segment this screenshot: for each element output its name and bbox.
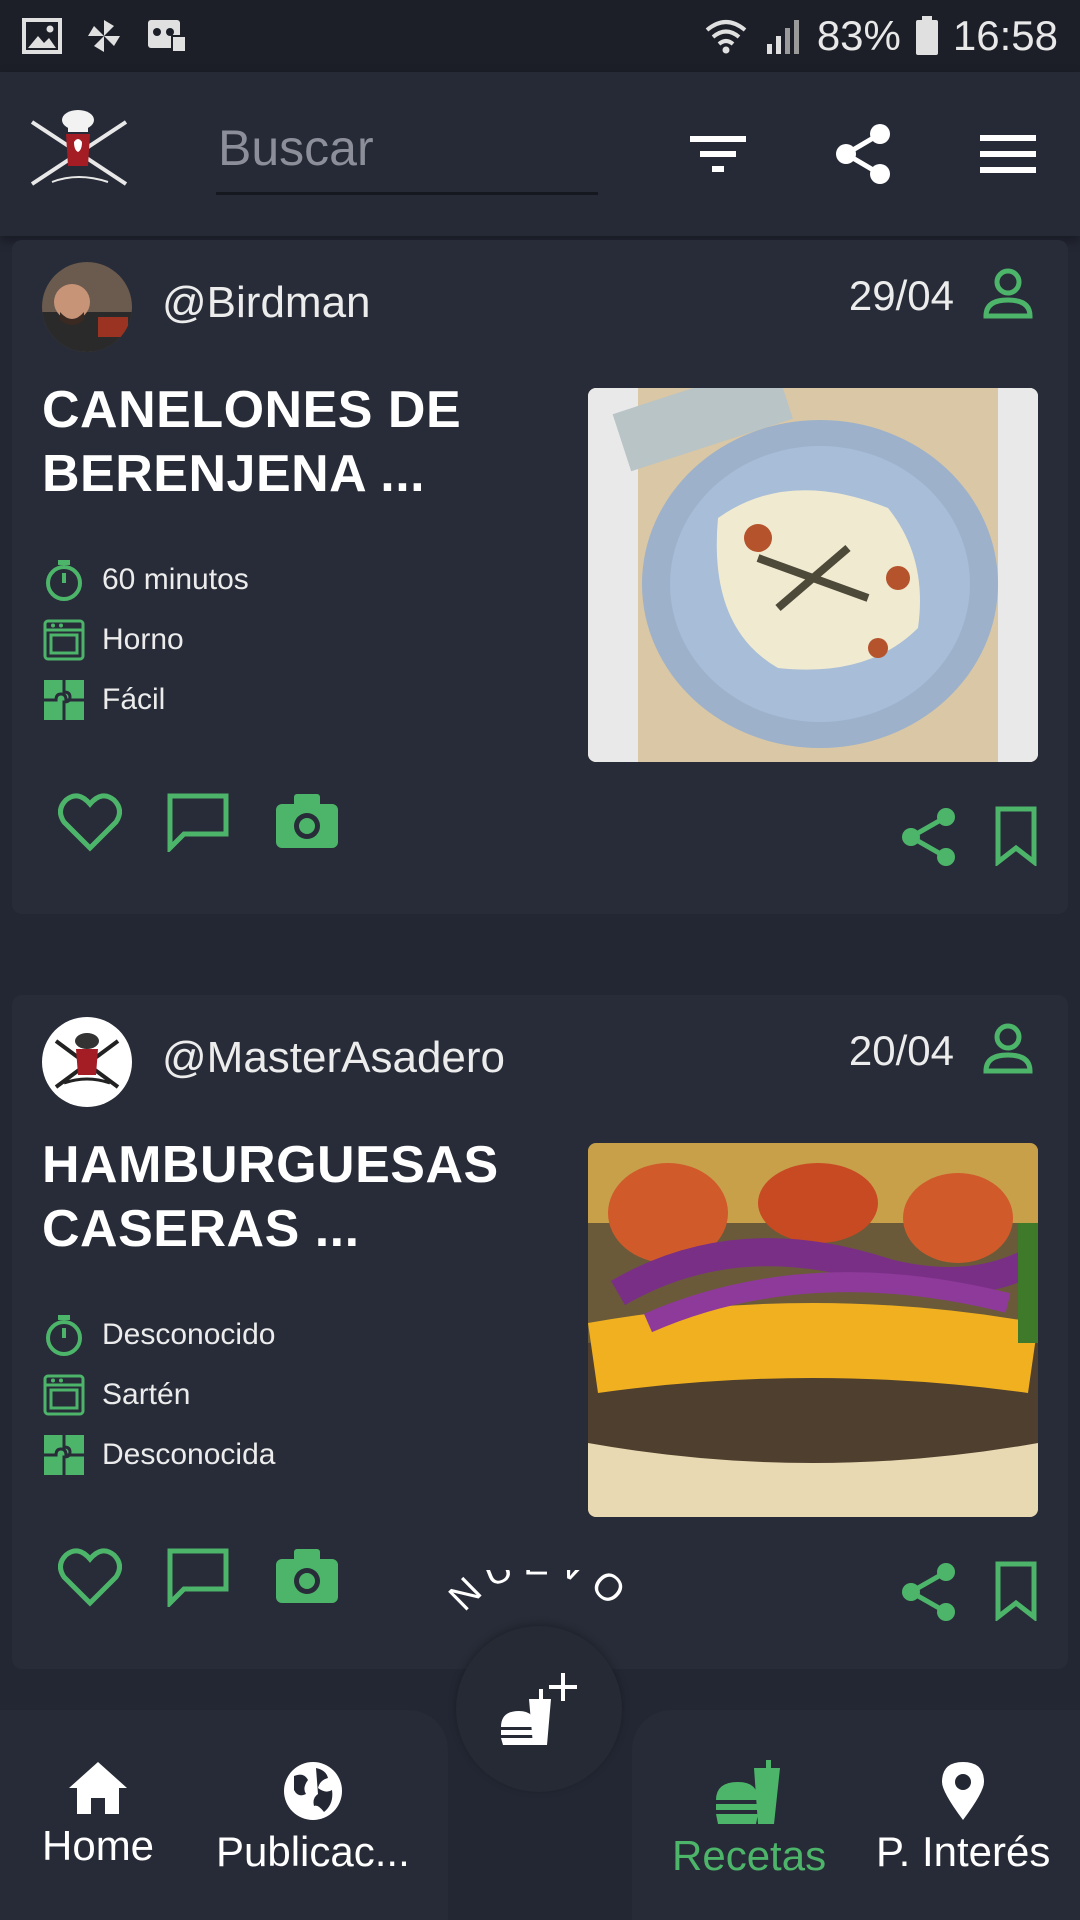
post-date: 20/04 xyxy=(848,1027,954,1074)
nav-label: Home xyxy=(42,1822,155,1869)
filter-button[interactable] xyxy=(680,116,756,192)
map-pin-icon xyxy=(942,1762,985,1820)
camera-icon[interactable] xyxy=(274,1547,340,1605)
timer-icon xyxy=(46,560,82,601)
puzzle-icon xyxy=(44,680,84,720)
recipe-photo[interactable] xyxy=(588,388,1038,762)
pinwheel-icon xyxy=(88,20,120,52)
recipe-title[interactable]: HAMBURGUESAS CASERAS ... xyxy=(42,1133,572,1261)
share-icon xyxy=(836,124,890,184)
oven-icon xyxy=(43,1374,85,1416)
cook-method: Horno xyxy=(102,623,184,656)
nav-puntos-interes[interactable]: P. Interés xyxy=(876,1760,1050,1876)
camera-icon[interactable] xyxy=(274,792,340,850)
nav-label: P. Interés xyxy=(876,1828,1051,1875)
recipe-title[interactable]: CANELONES DE BERENJENA ... xyxy=(42,378,572,506)
battery-percent: 83% xyxy=(816,12,901,59)
app-bar xyxy=(0,72,1080,236)
share-icon[interactable] xyxy=(900,806,958,868)
status-bar: 83% 16:58 xyxy=(0,0,1080,72)
voicemail-icon xyxy=(148,20,187,53)
home-icon xyxy=(69,1762,128,1814)
search-field[interactable] xyxy=(216,112,602,195)
post-author[interactable]: @Birdman xyxy=(162,278,371,328)
hamburger-menu-icon xyxy=(980,135,1036,173)
post-author[interactable]: @MasterAsadero xyxy=(162,1033,505,1083)
globe-icon xyxy=(283,1762,342,1820)
filter-icon xyxy=(690,136,746,172)
nav-home[interactable]: Home xyxy=(42,1760,154,1870)
puzzle-icon xyxy=(44,1435,84,1475)
add-food-icon xyxy=(501,1673,577,1745)
bookmark-icon[interactable] xyxy=(994,1561,1038,1621)
avatar[interactable] xyxy=(42,262,132,352)
user-icon[interactable] xyxy=(980,1021,1036,1077)
bookmark-icon[interactable] xyxy=(994,806,1038,866)
comment-icon[interactable] xyxy=(166,792,230,852)
recipe-card[interactable]: @Birdman 29/04 CANELONES DE BERENJENA ...… xyxy=(12,240,1068,914)
post-date: 29/04 xyxy=(848,272,954,319)
share-app-button[interactable] xyxy=(826,116,902,192)
menu-button[interactable] xyxy=(970,116,1046,192)
difficulty: Desconocida xyxy=(102,1438,276,1471)
like-heart-icon[interactable] xyxy=(58,792,122,852)
difficulty: Fácil xyxy=(102,683,166,716)
battery-icon xyxy=(915,16,938,55)
signal-icon xyxy=(766,20,799,54)
nav-publicaciones[interactable]: Publicac... xyxy=(216,1760,410,1876)
user-icon[interactable] xyxy=(980,266,1036,322)
recipe-meta: Desconocido Sartén Desconocida xyxy=(42,1305,275,1485)
burger-drink-icon xyxy=(716,1760,781,1824)
recipe-photo[interactable] xyxy=(588,1143,1038,1517)
search-input[interactable] xyxy=(216,112,602,184)
like-heart-icon[interactable] xyxy=(58,1547,122,1607)
new-recipe-button[interactable] xyxy=(456,1626,622,1792)
svg-text:NUEVO: NUEVO xyxy=(441,1570,639,1619)
comment-icon[interactable] xyxy=(166,1547,230,1607)
recipe-card[interactable]: @MasterAsadero 20/04 HAMBURGUESAS CASERAS… xyxy=(12,995,1068,1669)
cook-time: 60 minutos xyxy=(102,563,249,596)
nav-recetas[interactable]: Recetas xyxy=(672,1760,826,1880)
oven-icon xyxy=(43,619,85,661)
cook-method: Sartén xyxy=(102,1378,191,1411)
nav-label: Publicac... xyxy=(216,1828,410,1875)
nav-label: Recetas xyxy=(672,1832,827,1879)
wifi-icon xyxy=(705,20,747,54)
avatar[interactable] xyxy=(42,1017,132,1107)
share-icon[interactable] xyxy=(900,1561,958,1623)
timer-icon xyxy=(46,1315,82,1356)
recipe-meta: 60 minutos Horno Fácil xyxy=(42,550,249,730)
chef-logo-icon[interactable] xyxy=(26,108,136,198)
cook-time: Desconocido xyxy=(102,1318,276,1351)
clock: 16:58 xyxy=(952,12,1058,59)
gallery-icon xyxy=(22,18,62,54)
